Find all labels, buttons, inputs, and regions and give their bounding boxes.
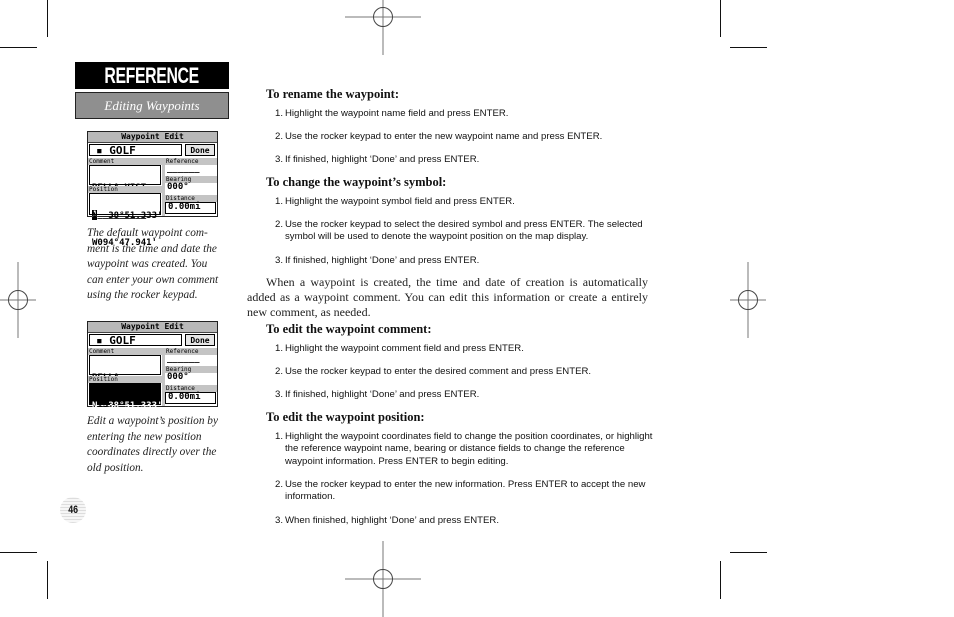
gps-screen-position: Waypoint Edit ▪ GOLF Done Comment BELLA … <box>87 321 218 438</box>
screen-title: Waypoint Edit <box>88 132 217 143</box>
registration-mark-right <box>710 262 786 338</box>
waypoint-symbol-icon: ▪ <box>96 144 103 157</box>
position-field: N 38°51.333' W094°47.941' <box>89 193 162 248</box>
step-item: 2. Use the rocker keypad to select the de… <box>275 219 643 243</box>
page-number-badge: 46 <box>60 497 86 523</box>
done-button: Done <box>185 144 215 156</box>
step-item: 2. Use the rocker keypad to enter the new… <box>275 131 603 142</box>
heading-position: To edit the waypoint position: <box>266 410 425 424</box>
crop-mark <box>47 0 48 37</box>
step-item: 1. Highlight the waypoint comment field a… <box>275 343 524 354</box>
crop-mark <box>730 552 767 553</box>
crop-mark <box>720 561 721 599</box>
step-item: 1. Highlight the waypoint coordinates fie… <box>275 431 653 467</box>
step-item: 2. Use the rocker keypad to enter the new… <box>275 479 646 503</box>
latitude: N 38°51.333' <box>92 211 163 221</box>
section-title: REFERENCE <box>75 62 229 89</box>
crop-mark <box>47 561 48 599</box>
position-label: Position <box>88 186 162 193</box>
done-button: Done <box>185 334 215 346</box>
waypoint-name-field: ▪ GOLF <box>89 144 182 157</box>
reference-field: ______ <box>167 164 200 174</box>
registration-mark-bottom <box>345 541 421 617</box>
position-label: Position <box>88 376 162 383</box>
comment-field: BELLA VISTA <box>89 355 161 410</box>
step-item: 3. When finished, highlight ‘Done’ and pr… <box>275 515 500 526</box>
heading-symbol: To change the waypoint’s symbol: <box>266 175 447 189</box>
waypoint-name-field: ▪ GOLF <box>89 334 182 347</box>
step-item: 3. If finished, highlight ‘Done’ and pres… <box>275 389 480 400</box>
step-item: 3. If finished, highlight ‘Done’ and pres… <box>275 255 480 266</box>
reference-field: ______ <box>167 354 200 364</box>
bearing-field: 000° <box>167 372 189 382</box>
caption-comment: The default waypoint com-ment is the tim… <box>87 227 219 302</box>
body-paragraph: When a waypoint is created, the time and… <box>247 275 648 319</box>
crop-mark <box>0 552 37 553</box>
step-item: 2. Use the rocker keypad to enter the des… <box>275 366 592 377</box>
page-number: 46 <box>68 504 78 516</box>
gps-screen-comment: Waypoint Edit ▪ GOLF Done Comment BELLA … <box>87 131 218 248</box>
comment-label: Comment <box>88 348 162 355</box>
crop-mark <box>0 47 37 48</box>
waypoint-symbol-icon: ▪ <box>96 334 103 347</box>
distance-label: Distance <box>165 385 217 392</box>
step-item: 1. Highlight the waypoint symbol field an… <box>275 196 515 207</box>
distance-label: Distance <box>165 195 217 202</box>
step-item: 1. Highlight the waypoint name field and … <box>275 108 509 119</box>
position-field: N 38°51.333' W094°47.941' <box>89 383 162 438</box>
step-item: 3. If finished, highlight ‘Done’ and pres… <box>275 154 480 165</box>
heading-rename: To rename the waypoint: <box>266 87 399 101</box>
crop-mark <box>730 47 767 48</box>
section-subtitle: Editing Waypoints <box>75 92 229 119</box>
latitude: N 38°51.333' <box>92 401 163 411</box>
heading-comment: To edit the waypoint comment: <box>266 322 432 336</box>
comment-label: Comment <box>88 158 162 165</box>
comment-field: BELLA VIST A_________ <box>89 165 161 220</box>
distance-field: 0.00mi <box>165 202 216 214</box>
distance-field: 0.00mi <box>165 392 216 404</box>
crop-mark <box>720 0 721 37</box>
registration-mark-left <box>0 262 56 338</box>
screen-title: Waypoint Edit <box>88 322 217 333</box>
registration-mark-top <box>345 0 421 55</box>
caption-position: Edit a waypoint’s position by entering t… <box>87 415 218 474</box>
bearing-field: 000° <box>167 182 189 192</box>
